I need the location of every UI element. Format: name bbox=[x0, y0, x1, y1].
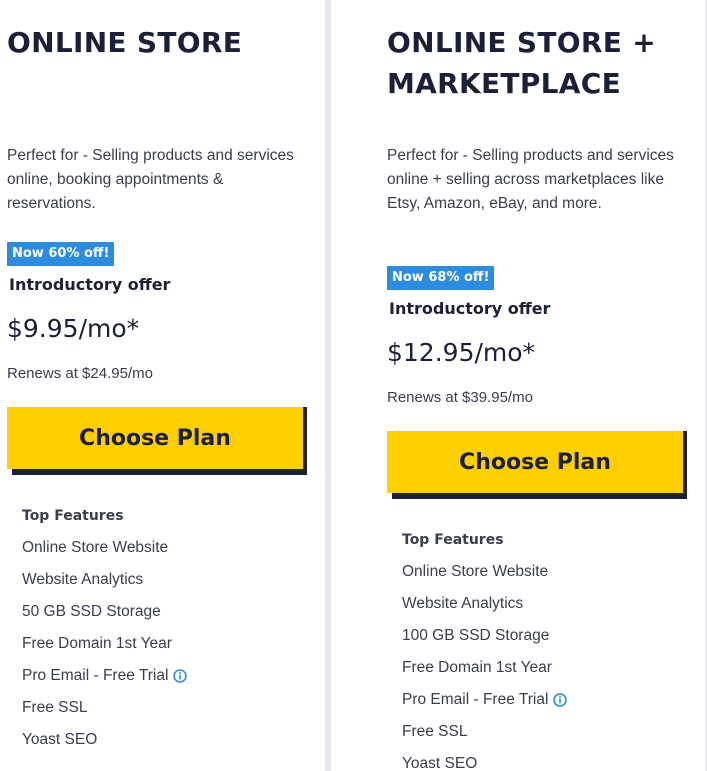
feature-label: Pro Email - Free Trial bbox=[402, 691, 549, 708]
feature-label: Yoast SEO bbox=[402, 755, 478, 771]
feature-label: Free Domain 1st Year bbox=[402, 659, 552, 676]
features-heading: Top Features bbox=[402, 532, 504, 548]
introductory-offer-label: Introductory offer bbox=[389, 299, 551, 318]
feature-label: Free SSL bbox=[402, 723, 468, 740]
plan-title: ONLINE STORE bbox=[7, 26, 243, 59]
column-divider bbox=[325, 0, 331, 771]
feature-label: Website Analytics bbox=[402, 595, 524, 612]
feature-item: Free Domain 1st Year bbox=[402, 658, 682, 690]
plan-description: Perfect for - Selling products and servi… bbox=[387, 147, 674, 212]
feature-item: Yoast SEO bbox=[402, 754, 682, 771]
feature-item: Free SSL bbox=[402, 722, 682, 754]
feature-item: Free Domain 1st Year bbox=[22, 634, 302, 666]
pricing-page: ONLINE STORE Perfect for - Selling produ… bbox=[0, 0, 707, 771]
features-list: Top Features Online Store Website Websit… bbox=[22, 506, 302, 762]
info-circle-icon[interactable] bbox=[173, 669, 188, 683]
feature-label: 50 GB SSD Storage bbox=[22, 603, 161, 620]
choose-plan-button[interactable]: Choose Plan bbox=[7, 407, 303, 469]
choose-plan-button-wrap: Choose Plan bbox=[7, 407, 307, 475]
feature-label: Yoast SEO bbox=[22, 731, 98, 748]
renewal-price: Renews at $39.95/mo bbox=[387, 389, 533, 406]
feature-item: Website Analytics bbox=[402, 594, 682, 626]
feature-item: Online Store Website bbox=[402, 562, 682, 594]
feature-item: Yoast SEO bbox=[22, 730, 302, 762]
feature-label: Online Store Website bbox=[22, 539, 169, 556]
features-list: Top Features Online Store Website Websit… bbox=[402, 530, 682, 771]
feature-item: Pro Email - Free Trial bbox=[22, 666, 302, 698]
feature-item: 50 GB SSD Storage bbox=[22, 602, 302, 634]
plan-title: ONLINE STORE + MARKETPLACE bbox=[387, 26, 656, 100]
feature-item: Website Analytics bbox=[22, 570, 302, 602]
feature-label: Pro Email - Free Trial bbox=[22, 667, 169, 684]
feature-label: Free Domain 1st Year bbox=[22, 635, 172, 652]
discount-badge: Now 60% off! bbox=[7, 242, 115, 266]
choose-plan-button[interactable]: Choose Plan bbox=[387, 431, 683, 493]
feature-item: Pro Email - Free Trial bbox=[402, 690, 682, 722]
plan-price: $9.95/mo* bbox=[7, 314, 140, 343]
feature-label: Free SSL bbox=[22, 699, 88, 716]
feature-item: 100 GB SSD Storage bbox=[402, 626, 682, 658]
feature-item: Free SSL bbox=[22, 698, 302, 730]
introductory-offer-label: Introductory offer bbox=[9, 275, 171, 294]
feature-item: Online Store Website bbox=[22, 538, 302, 570]
feature-label: Website Analytics bbox=[22, 571, 144, 588]
feature-label: 100 GB SSD Storage bbox=[402, 627, 550, 644]
choose-plan-button-wrap: Choose Plan bbox=[387, 431, 687, 499]
plan-description: Perfect for - Selling products and servi… bbox=[7, 147, 294, 212]
discount-badge: Now 68% off! bbox=[387, 266, 495, 290]
renewal-price: Renews at $24.95/mo bbox=[7, 365, 153, 382]
feature-label: Online Store Website bbox=[402, 563, 549, 580]
info-circle-icon[interactable] bbox=[553, 693, 568, 707]
features-heading: Top Features bbox=[22, 508, 124, 524]
plan-price: $12.95/mo* bbox=[387, 338, 536, 367]
